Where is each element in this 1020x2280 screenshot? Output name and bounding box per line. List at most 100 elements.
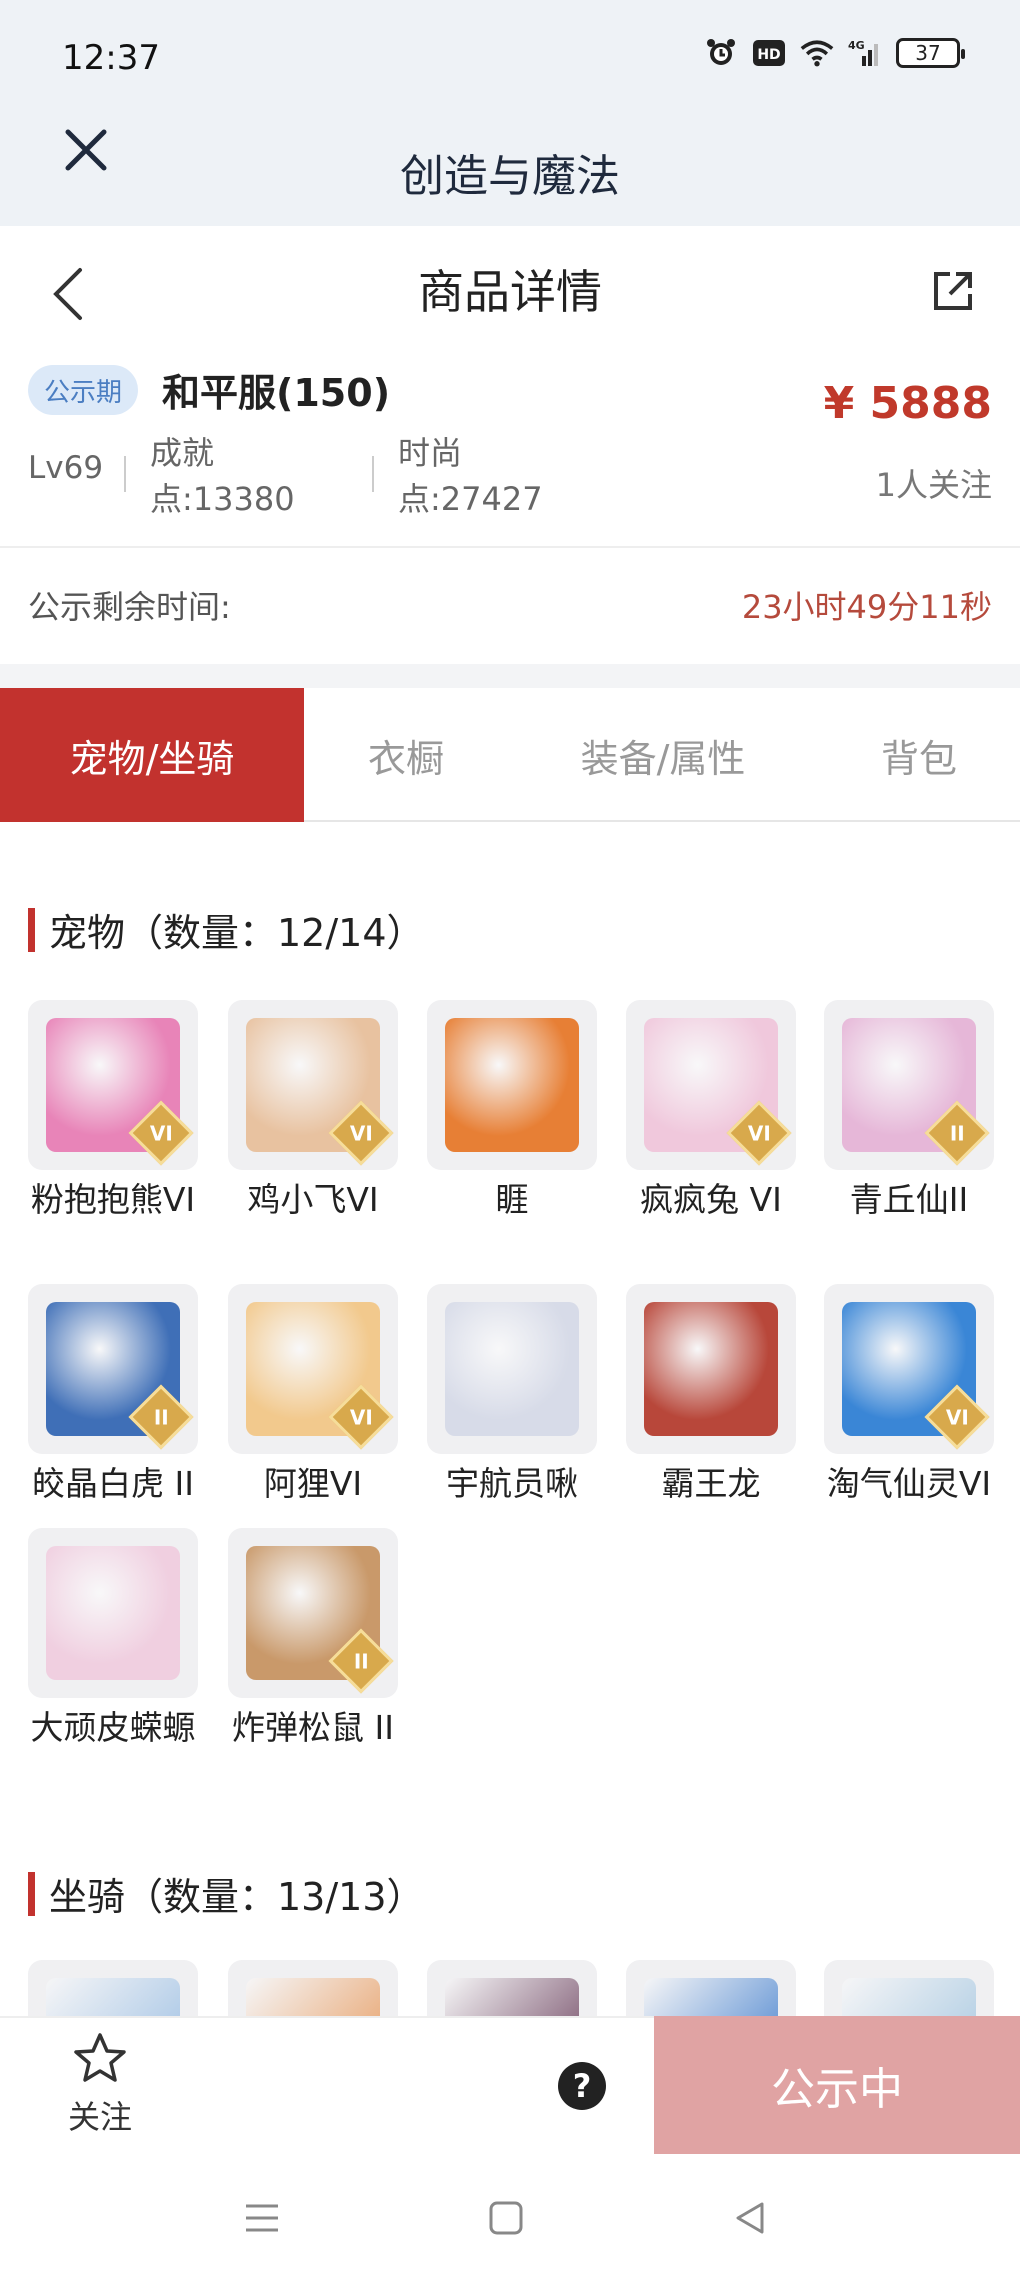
status-time: 12:37 [62, 38, 160, 78]
section-accent [28, 907, 35, 952]
tab-equipment[interactable]: 装备/属性 [508, 688, 818, 822]
home-square-icon [489, 2201, 523, 2235]
pet-name: 疯疯兔 VI [640, 1180, 782, 1219]
pet-thumbnail: VI [824, 1284, 994, 1454]
pet-item[interactable]: VI 鸡小飞VI [228, 1000, 398, 1222]
pet-name: 大顽皮蝾螈 [30, 1708, 196, 1747]
mount-thumbnail [824, 1960, 994, 2016]
mount-thumbnail [427, 1960, 597, 2016]
pet-item[interactable]: II 皎晶白虎 II [28, 1284, 198, 1506]
rank-label: VI [747, 1120, 771, 1145]
close-button[interactable] [58, 122, 114, 178]
countdown-value: 23小时49分11秒 [741, 588, 992, 626]
pet-thumbnail [28, 1528, 198, 1698]
mount-item[interactable] [626, 1960, 796, 2016]
share-button[interactable] [930, 268, 976, 314]
menu-button[interactable] [240, 2196, 284, 2240]
status-badge: 公示期 [28, 365, 139, 415]
pet-name: 皎晶白虎 II [32, 1464, 194, 1503]
pet-thumbnail [427, 1284, 597, 1454]
home-button[interactable] [484, 2196, 528, 2240]
mount-thumbnail [28, 1960, 198, 2016]
pet-item[interactable]: VI 粉抱抱熊VI [28, 1000, 198, 1222]
achievement-label: 成就 [150, 434, 215, 472]
tab-pets-mounts[interactable]: 宠物/坐骑 [0, 688, 304, 822]
pet-item[interactable]: 宇航员啾 [427, 1284, 597, 1506]
pets-section-title: 宠物（数量：12/14） [28, 902, 425, 957]
close-icon [65, 129, 107, 171]
pet-name: 炸弹松鼠 II [232, 1708, 394, 1747]
mount-thumbnail [228, 1960, 398, 2016]
pet-item[interactable]: VI 阿狸VI [228, 1284, 398, 1506]
rank-label: II [153, 1404, 169, 1429]
mount-item[interactable] [824, 1960, 994, 2016]
pet-thumbnail [427, 1000, 597, 1170]
mount-image [46, 1978, 180, 2016]
triangle-back-icon [736, 2202, 764, 2234]
pet-name: 青丘仙II [849, 1180, 969, 1219]
battery-icon: 37 [896, 38, 965, 68]
pet-image [644, 1302, 778, 1436]
pet-image [46, 1546, 180, 1680]
mount-item[interactable] [228, 1960, 398, 2016]
mount-image [445, 1978, 579, 2016]
tab-wardrobe[interactable]: 衣橱 [304, 688, 508, 822]
pet-image [445, 1018, 579, 1152]
fashion-label: 时尚 [398, 434, 463, 472]
fashion-value: 点:27427 [398, 480, 543, 518]
rank-label: II [949, 1120, 965, 1145]
pet-item[interactable]: VI 疯疯兔 VI [626, 1000, 796, 1222]
divider [124, 456, 126, 492]
tab-backpack[interactable]: 背包 [818, 688, 1020, 822]
pet-item[interactable]: II 青丘仙II [824, 1000, 994, 1222]
app-title: 创造与魔法 [400, 151, 620, 202]
pet-item[interactable]: 睚 [427, 1000, 597, 1222]
rank-label: VI [945, 1404, 969, 1429]
pet-name: 宇航员啾 [446, 1464, 578, 1503]
pet-item[interactable]: 霸王龙 [626, 1284, 796, 1506]
price: ¥ 5888 [823, 378, 992, 429]
menu-icon [246, 2204, 278, 2232]
mounts-section-label: 坐骑（数量：13/13） [49, 1875, 425, 1919]
countdown-label: 公示剩余时间: [28, 588, 231, 626]
mount-image [644, 1978, 778, 2016]
mount-item[interactable] [427, 1960, 597, 2016]
svg-text:HD: HD [757, 47, 780, 63]
follow-button[interactable]: 关注 [60, 2030, 140, 2138]
tab-bar: 宠物/坐骑 衣橱 装备/属性 背包 [0, 688, 1020, 822]
server-name: 和平服(150) [162, 371, 391, 415]
help-button[interactable]: ? [558, 2062, 606, 2110]
pet-name: 睚 [495, 1180, 529, 1219]
hd-icon: HD [752, 38, 786, 68]
pet-image [445, 1302, 579, 1436]
pet-name: 粉抱抱熊VI [30, 1180, 196, 1219]
back-button[interactable] [46, 264, 90, 324]
followers-count: 1人关注 [875, 466, 992, 504]
mount-item[interactable] [28, 1960, 198, 2016]
fashion-stat: 时尚 点:27427 [398, 430, 543, 522]
pet-item[interactable]: VI 淘气仙灵VI [824, 1284, 994, 1506]
pet-item[interactable]: 大顽皮蝾螈 [28, 1528, 198, 1750]
mounts-section-title: 坐骑（数量：13/13） [28, 1866, 425, 1921]
mount-image [246, 1978, 380, 2016]
svg-text:4G: 4G [848, 39, 865, 52]
pet-item[interactable]: II 炸弹松鼠 II [228, 1528, 398, 1750]
pet-name: 阿狸VI [263, 1464, 363, 1503]
achievement-value: 点:13380 [150, 480, 295, 518]
pet-name: 鸡小飞VI [247, 1180, 379, 1219]
pet-name: 霸王龙 [661, 1464, 761, 1503]
pet-thumbnail: VI [228, 1284, 398, 1454]
divider [0, 546, 1020, 548]
back-nav-button[interactable] [728, 2196, 772, 2240]
alarm-icon [704, 38, 738, 68]
rank-label: II [353, 1648, 369, 1673]
pet-thumbnail [626, 1284, 796, 1454]
pets-section-label: 宠物（数量：12/14） [49, 911, 425, 955]
wifi-icon [800, 38, 834, 68]
pet-thumbnail: II [824, 1000, 994, 1170]
mount-image [842, 1978, 976, 2016]
chevron-left-icon [53, 268, 82, 320]
status-icons: HD 4G 37 [704, 38, 965, 68]
external-link-icon [934, 272, 972, 310]
publicity-status-button[interactable]: 公示中 [654, 2016, 1020, 2154]
